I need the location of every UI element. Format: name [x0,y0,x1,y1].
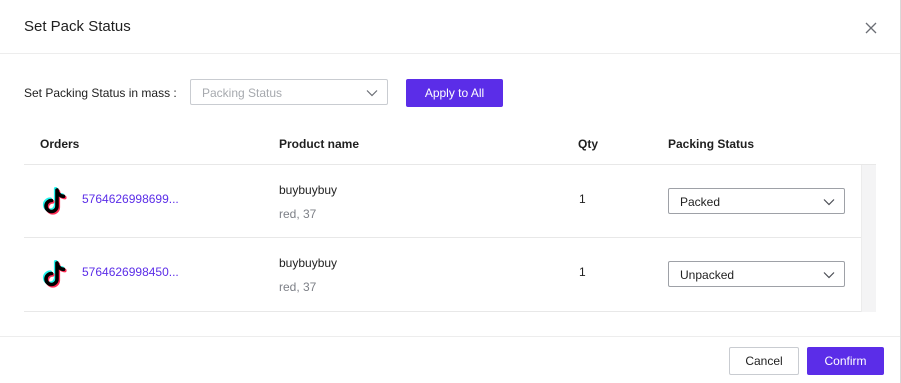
mass-status-label: Set Packing Status in mass : [24,86,177,100]
column-header-qty: Qty [578,137,599,151]
mass-select-placeholder: Packing Status [202,86,283,100]
product-name: buybuybuy [279,183,338,197]
tiktok-icon [42,259,68,288]
product-name: buybuybuy [279,256,338,270]
chevron-down-icon [366,90,378,97]
table-row: 5764626998699... buybuybuy red, 37 1 Pac… [24,165,861,238]
product-variant: red, 37 [279,280,317,294]
column-header-product-name: Product name [279,137,360,151]
chevron-down-icon [823,199,835,206]
order-id-link[interactable]: 5764626998699... [82,192,179,206]
packing-status-value: Unpacked [680,268,735,282]
product-variant: red, 37 [279,207,317,221]
mass-status-row: Set Packing Status in mass : Packing Sta… [24,79,864,107]
dialog-header: Set Pack Status [0,0,900,54]
dialog-title: Set Pack Status [24,18,131,35]
set-pack-status-dialog: Set Pack Status Set Packing Status in ma… [0,0,901,383]
dialog-footer: Cancel Confirm [0,336,900,383]
order-id-link[interactable]: 5764626998450... [82,265,179,279]
column-header-packing-status: Packing Status [668,137,755,151]
close-icon[interactable] [861,18,881,38]
confirm-button[interactable]: Confirm [807,347,884,375]
cancel-button[interactable]: Cancel [729,347,799,375]
table-header: Orders Product name Qty Packing Status [24,127,876,165]
quantity: 1 [579,192,586,206]
tiktok-icon [42,186,68,215]
apply-to-all-button[interactable]: Apply to All [406,79,503,107]
mass-packing-status-select[interactable]: Packing Status [190,79,388,105]
quantity: 1 [579,265,586,279]
packing-status-select[interactable]: Packed [668,188,845,214]
column-header-orders: Orders [40,137,80,151]
packing-status-value: Packed [680,195,721,209]
packing-status-select[interactable]: Unpacked [668,261,845,287]
table-row: 5764626998450... buybuybuy red, 37 1 Unp… [24,238,861,312]
chevron-down-icon [823,272,835,279]
table-scrollbar[interactable] [861,165,876,312]
